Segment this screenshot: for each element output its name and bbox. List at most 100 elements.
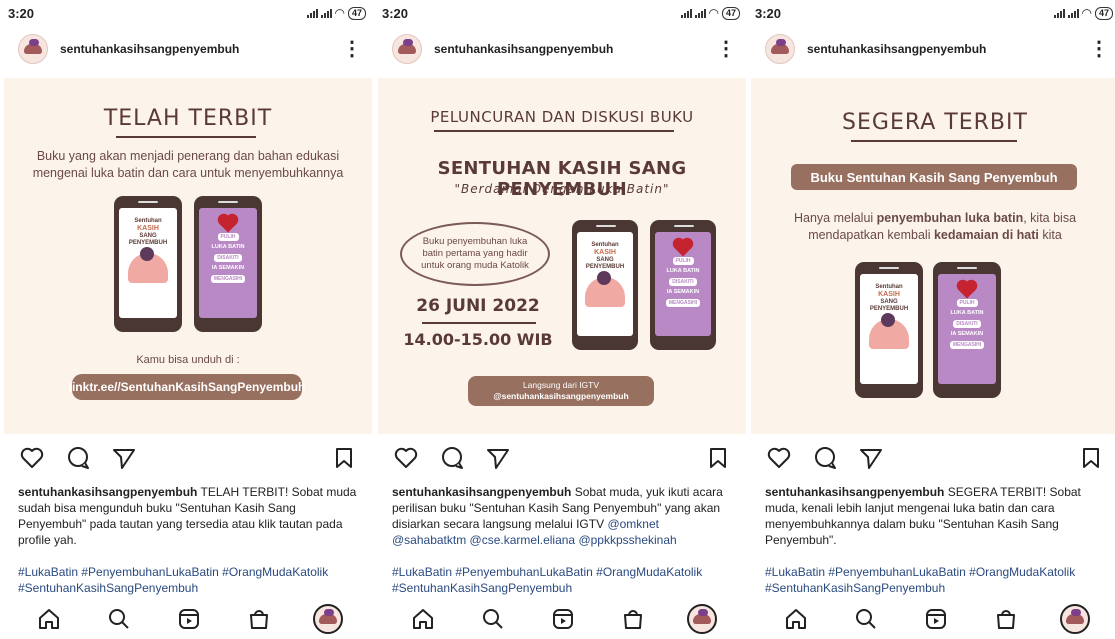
profile-icon[interactable]	[687, 604, 717, 634]
post-caption: sentuhankasihsangpenyembuh Sobat muda, y…	[392, 484, 734, 548]
back-line-1: PULIH	[956, 299, 978, 307]
link-pill[interactable]: linktr.ee//SentuhanKasihSangPenyembuh	[69, 374, 305, 400]
cover-line-3: SANG	[880, 299, 898, 305]
back-line-1: PULIH	[217, 233, 239, 241]
battery-icon: 47	[1094, 6, 1113, 20]
post-header: sentuhankasihsangpenyembuh ⋮	[4, 30, 372, 68]
caption-username[interactable]: sentuhankasihsangpenyembuh	[18, 485, 197, 499]
action-bar	[751, 440, 1115, 476]
back-line-2: LUKA BATIN	[950, 310, 984, 316]
phone-mockup-front: Sentuhan KASIH SANG PENYEMBUH	[572, 220, 638, 350]
live-pill[interactable]: Langsung dari IGTV @sentuhankasihsangpen…	[468, 376, 654, 406]
bookmark-icon[interactable]	[330, 444, 358, 472]
back-line-3: DISAKITI	[953, 320, 981, 328]
cover-line-4: PENYEMBUH	[128, 240, 168, 246]
like-heart-icon[interactable]	[765, 444, 793, 472]
hashtags[interactable]: #LukaBatin #PenyembuhanLukaBatin #OrangM…	[18, 564, 360, 596]
home-icon[interactable]	[780, 603, 812, 635]
status-bar: 3:20 ◠ 47	[751, 0, 1115, 26]
back-line-3: DISAKITI	[669, 278, 697, 286]
book-banner: Buku Sentuhan Kasih Sang Penyembuh	[791, 164, 1077, 190]
shop-icon[interactable]	[990, 603, 1022, 635]
back-line-4: IA SEMAKIN	[666, 289, 700, 295]
bottom-navbar	[751, 599, 1115, 639]
battery-icon: 47	[347, 6, 366, 20]
share-icon[interactable]	[857, 444, 885, 472]
phone-mockup-front: Sentuhan KASIH SANG PENYEMBUH	[114, 196, 182, 332]
avatar[interactable]	[392, 34, 422, 64]
back-line-2: LUKA BATIN	[211, 244, 245, 250]
share-icon[interactable]	[484, 444, 512, 472]
username[interactable]: sentuhankasihsangpenyembuh	[434, 42, 613, 56]
heart-icon	[219, 215, 237, 233]
back-line-4: IA SEMAKIN	[950, 331, 984, 337]
book-illustration	[585, 271, 625, 307]
home-icon[interactable]	[407, 603, 439, 635]
status-bar: 3:20 ◠ 47	[4, 0, 372, 26]
share-icon[interactable]	[110, 444, 138, 472]
back-line-4: IA SEMAKIN	[211, 265, 245, 271]
reels-icon[interactable]	[173, 603, 205, 635]
post-image[interactable]: SEGERA TERBIT Buku Sentuhan Kasih Sang P…	[751, 78, 1115, 434]
search-icon[interactable]	[850, 603, 882, 635]
post-image[interactable]: TELAH TERBIT Buku yang akan menjadi pene…	[4, 78, 372, 434]
status-bar: 3:20 ◠ 47	[378, 0, 746, 26]
shop-icon[interactable]	[243, 603, 275, 635]
cover-line-2: KASIH	[594, 249, 616, 256]
back-line-2: LUKA BATIN	[666, 268, 700, 274]
caption-username[interactable]: sentuhankasihsangpenyembuh	[765, 485, 944, 499]
search-icon[interactable]	[103, 603, 135, 635]
reels-icon[interactable]	[920, 603, 952, 635]
bookmark-icon[interactable]	[704, 444, 732, 472]
title-underline	[851, 140, 1017, 142]
bottom-navbar	[4, 599, 372, 639]
more-options-icon[interactable]: ⋮	[342, 39, 362, 59]
username[interactable]: sentuhankasihsangpenyembuh	[807, 42, 986, 56]
cover-line-1: Sentuhan	[591, 242, 619, 248]
post-title: SEGERA TERBIT	[842, 110, 1028, 135]
like-heart-icon[interactable]	[392, 444, 420, 472]
profile-icon[interactable]	[1060, 604, 1090, 634]
book-illustration	[128, 247, 168, 283]
like-heart-icon[interactable]	[18, 444, 46, 472]
post-header: sentuhankasihsangpenyembuh ⋮	[751, 30, 1115, 68]
post-image[interactable]: PELUNCURAN DAN DISKUSI BUKU SENTUHAN KAS…	[378, 78, 746, 434]
battery-icon: 47	[721, 6, 740, 20]
home-icon[interactable]	[33, 603, 65, 635]
shop-icon[interactable]	[617, 603, 649, 635]
comment-icon[interactable]	[438, 444, 466, 472]
comment-icon[interactable]	[811, 444, 839, 472]
post-header: sentuhankasihsangpenyembuh ⋮	[378, 30, 746, 68]
avatar[interactable]	[18, 34, 48, 64]
cover-line-4: PENYEMBUH	[585, 264, 625, 270]
action-bar	[4, 440, 372, 476]
bookmark-icon[interactable]	[1077, 444, 1105, 472]
hashtags[interactable]: #LukaBatin #PenyembuhanLukaBatin #OrangM…	[392, 564, 734, 596]
cover-line-3: SANG	[139, 233, 157, 239]
phone-mockup-back: PULIH LUKA BATIN DISAKITI IA SEMAKIN MEN…	[933, 262, 1001, 398]
desc-part-d: kedamaian di hati	[933, 228, 1039, 242]
heart-icon	[674, 239, 692, 257]
username[interactable]: sentuhankasihsangpenyembuh	[60, 42, 239, 56]
back-line-3: DISAKITI	[214, 254, 242, 262]
caption-username[interactable]: sentuhankasihsangpenyembuh	[392, 485, 571, 499]
comment-icon[interactable]	[64, 444, 92, 472]
phone-mockup-back: PULIH LUKA BATIN DISAKITI IA SEMAKIN MEN…	[650, 220, 716, 350]
hashtags[interactable]: #LukaBatin #PenyembuhanLukaBatin #OrangM…	[765, 564, 1107, 596]
profile-icon[interactable]	[313, 604, 343, 634]
reels-icon[interactable]	[547, 603, 579, 635]
title-underline	[434, 130, 674, 132]
phone-mockup-front: Sentuhan KASIH SANG PENYEMBUH	[855, 262, 923, 398]
cover-line-2: KASIH	[137, 225, 159, 232]
avatar[interactable]	[765, 34, 795, 64]
back-line-1: PULIH	[672, 257, 694, 265]
tagline-oval: Buku penyembuhan luka batin pertama yang…	[400, 222, 550, 286]
search-icon[interactable]	[477, 603, 509, 635]
more-options-icon[interactable]: ⋮	[1089, 39, 1109, 59]
live-handle: @sentuhankasihsangpenyembuh	[493, 391, 629, 401]
cover-line-3: SANG	[596, 257, 614, 263]
cover-line-1: Sentuhan	[875, 284, 903, 290]
more-options-icon[interactable]: ⋮	[716, 39, 736, 59]
action-bar	[378, 440, 746, 476]
wifi-icon: ◠	[334, 6, 345, 20]
